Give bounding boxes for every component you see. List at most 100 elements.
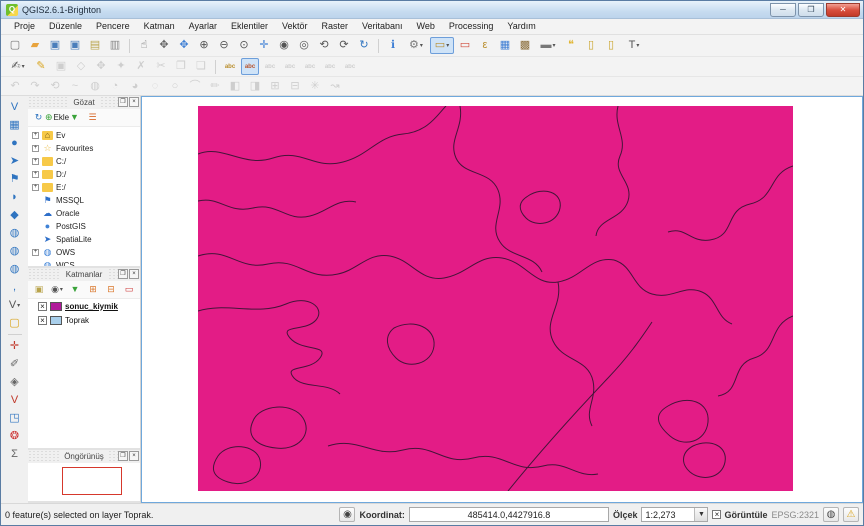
change-label-button[interactable]: abc — [341, 58, 359, 75]
rotate-point-symbols-button[interactable]: ✳ — [306, 78, 324, 95]
label-tool-button[interactable]: V — [6, 391, 24, 409]
paused-labels-button[interactable]: abc — [241, 58, 259, 75]
extent-toggle-button[interactable]: ◉ — [339, 507, 356, 522]
scale-combo[interactable]: 1:2,273 ▼ — [641, 507, 709, 522]
zoom-last-button[interactable]: ⟲ — [315, 37, 333, 54]
expand-icon[interactable] — [32, 249, 39, 256]
layer-visibility-checkbox[interactable] — [38, 301, 47, 311]
float-panel-icon[interactable]: ❐ — [118, 451, 128, 461]
paste-features-button[interactable]: ❏ — [192, 58, 210, 75]
browser-item-spatialite[interactable]: ➤ SpatiaLite — [28, 233, 140, 246]
browser-item-d-drive[interactable]: D:/ — [28, 168, 140, 181]
measure-button[interactable]: ▬ — [536, 37, 560, 54]
add-mssql-layer-button[interactable]: ⚑ — [6, 170, 24, 188]
close-panel-icon[interactable]: × — [129, 97, 139, 107]
run-feature-action-button[interactable]: ⚙ — [404, 37, 428, 54]
expand-icon[interactable] — [32, 158, 39, 165]
delete-ring-button[interactable]: ◌ — [146, 78, 164, 95]
new-bookmark-button[interactable]: ▯ — [582, 37, 600, 54]
menu-item[interactable]: Veritabanı — [355, 19, 410, 34]
add-delimited-text-layer-button[interactable]: , — [6, 278, 24, 296]
restore-button[interactable]: ❐ — [798, 2, 824, 17]
split-features-button[interactable]: ◧ — [226, 78, 244, 95]
move-label-button[interactable]: abc — [301, 58, 319, 75]
chevron-down-icon[interactable]: ▼ — [694, 508, 708, 521]
title-bar[interactable]: Q QGIS2.6.1-Brighton ─ ❐ ✕ — [1, 1, 863, 19]
add-postgis-layer-button[interactable]: ● — [6, 134, 24, 152]
add-oracle-georaster-button[interactable]: ◆ — [6, 206, 24, 224]
new-shapefile-layer-button[interactable]: V — [3, 296, 27, 314]
simplify-feature-button[interactable]: ~ — [66, 78, 84, 95]
new-spatialite-layer-button[interactable]: ▢ — [6, 314, 24, 332]
reshape-features-button[interactable]: ✏ — [206, 78, 224, 95]
add-raster-layer-button[interactable]: ▦ — [6, 116, 24, 134]
menu-item[interactable]: Eklentiler — [224, 19, 275, 34]
expand-all-button[interactable]: ⊞ — [85, 282, 101, 297]
menu-item[interactable]: Proje — [7, 19, 42, 34]
copy-features-button[interactable]: ❐ — [172, 58, 190, 75]
remove-layer-button[interactable]: ▭ — [121, 282, 137, 297]
menu-item[interactable]: Web — [410, 19, 442, 34]
zoom-out-button[interactable]: ⊖ — [215, 37, 233, 54]
split-parts-button[interactable]: ◨ — [246, 78, 264, 95]
delete-selected-button[interactable]: ✗ — [132, 58, 150, 75]
map-canvas[interactable] — [141, 96, 863, 503]
rotate-label-button[interactable]: abc — [321, 58, 339, 75]
browser-item-mssql[interactable]: ⚑ MSSQL — [28, 194, 140, 207]
render-checkbox-group[interactable]: Görüntüle — [712, 510, 767, 520]
add-group-button[interactable]: ▣ — [31, 282, 47, 297]
layers-panel-header[interactable]: Katmanlar ❐ × — [28, 268, 140, 281]
pin-labels-button[interactable]: abc — [261, 58, 279, 75]
browser-item-postgis[interactable]: ● PostGIS — [28, 220, 140, 233]
dxf2shp-button[interactable]: ✐ — [6, 355, 24, 373]
add-ring-button[interactable]: ◍ — [86, 78, 104, 95]
menu-item[interactable]: Yardım — [500, 19, 542, 34]
add-selected-layers-button[interactable]: ⊕ Ekle — [45, 110, 69, 125]
rotate-features-button[interactable]: ⟲ — [46, 78, 64, 95]
expand-icon[interactable] — [32, 145, 39, 152]
zoom-next-button[interactable]: ⟳ — [335, 37, 353, 54]
trace-button[interactable]: ↝ — [326, 78, 344, 95]
filter-browser-button[interactable]: ▼ — [67, 110, 83, 125]
fill-ring-button[interactable]: ◕ — [126, 78, 144, 95]
merge-attributes-button[interactable]: ⊟ — [286, 78, 304, 95]
cut-features-button[interactable]: ✂ — [152, 58, 170, 75]
overview-panel-header[interactable]: Öngörünüş ❐ × — [28, 450, 140, 463]
zoom-to-selection-button[interactable]: ◉ — [275, 37, 293, 54]
crs-status-button[interactable]: ◍ — [823, 507, 839, 522]
select-features-button[interactable]: ▭ — [430, 37, 454, 54]
pan-to-selection-button[interactable]: ✥ — [175, 37, 193, 54]
move-feature-button[interactable]: ✥ — [92, 58, 110, 75]
redo-button[interactable]: ↷ — [26, 78, 44, 95]
close-panel-icon[interactable]: × — [129, 451, 139, 461]
expand-icon[interactable] — [32, 171, 39, 178]
manage-visibility-button[interactable]: ◉ — [49, 282, 65, 297]
offset-curve-button[interactable]: ⌒ — [186, 78, 204, 95]
expand-icon[interactable] — [32, 184, 39, 191]
float-panel-icon[interactable]: ❐ — [118, 97, 128, 107]
filter-legend-button[interactable]: ▼ — [67, 282, 83, 297]
browser-item-ows[interactable]: ◍ OWS — [28, 246, 140, 259]
refresh-map-button[interactable]: ↻ — [355, 37, 373, 54]
browser-item-c-drive[interactable]: C:/ — [28, 155, 140, 168]
deselect-features-button[interactable]: ▭ — [456, 37, 474, 54]
menu-item[interactable]: Pencere — [89, 19, 137, 34]
labeling-options-button[interactable]: abc — [221, 58, 239, 75]
coordinate-input[interactable]: 485414.0,4427916.8 — [408, 507, 609, 522]
text-annotation-button[interactable]: T — [622, 37, 646, 54]
browser-item-wcs[interactable]: ◍ WCS — [28, 259, 140, 267]
layer-item-sonuc-kiymik[interactable]: sonuc_kiymik — [28, 299, 140, 313]
add-oracle-layer-button[interactable]: ◗ — [6, 188, 24, 206]
expand-icon[interactable] — [32, 132, 39, 139]
toggle-editing-button[interactable]: ✎ — [32, 58, 50, 75]
map-tips-button[interactable]: ❝ — [562, 37, 580, 54]
add-wcs-layer-button[interactable]: ◍ — [6, 242, 24, 260]
zoom-to-layer-button[interactable]: ◎ — [295, 37, 313, 54]
evis-button[interactable]: ◈ — [6, 373, 24, 391]
menu-item[interactable]: Düzenle — [42, 19, 89, 34]
field-calculator-button[interactable]: ▩ — [516, 37, 534, 54]
browser-item-favourites[interactable]: ☆ Favourites — [28, 142, 140, 155]
grass-tools-button[interactable]: ❂ — [6, 427, 24, 445]
composer-manager-button[interactable]: ▥ — [106, 37, 124, 54]
menu-item[interactable]: Raster — [315, 19, 356, 34]
